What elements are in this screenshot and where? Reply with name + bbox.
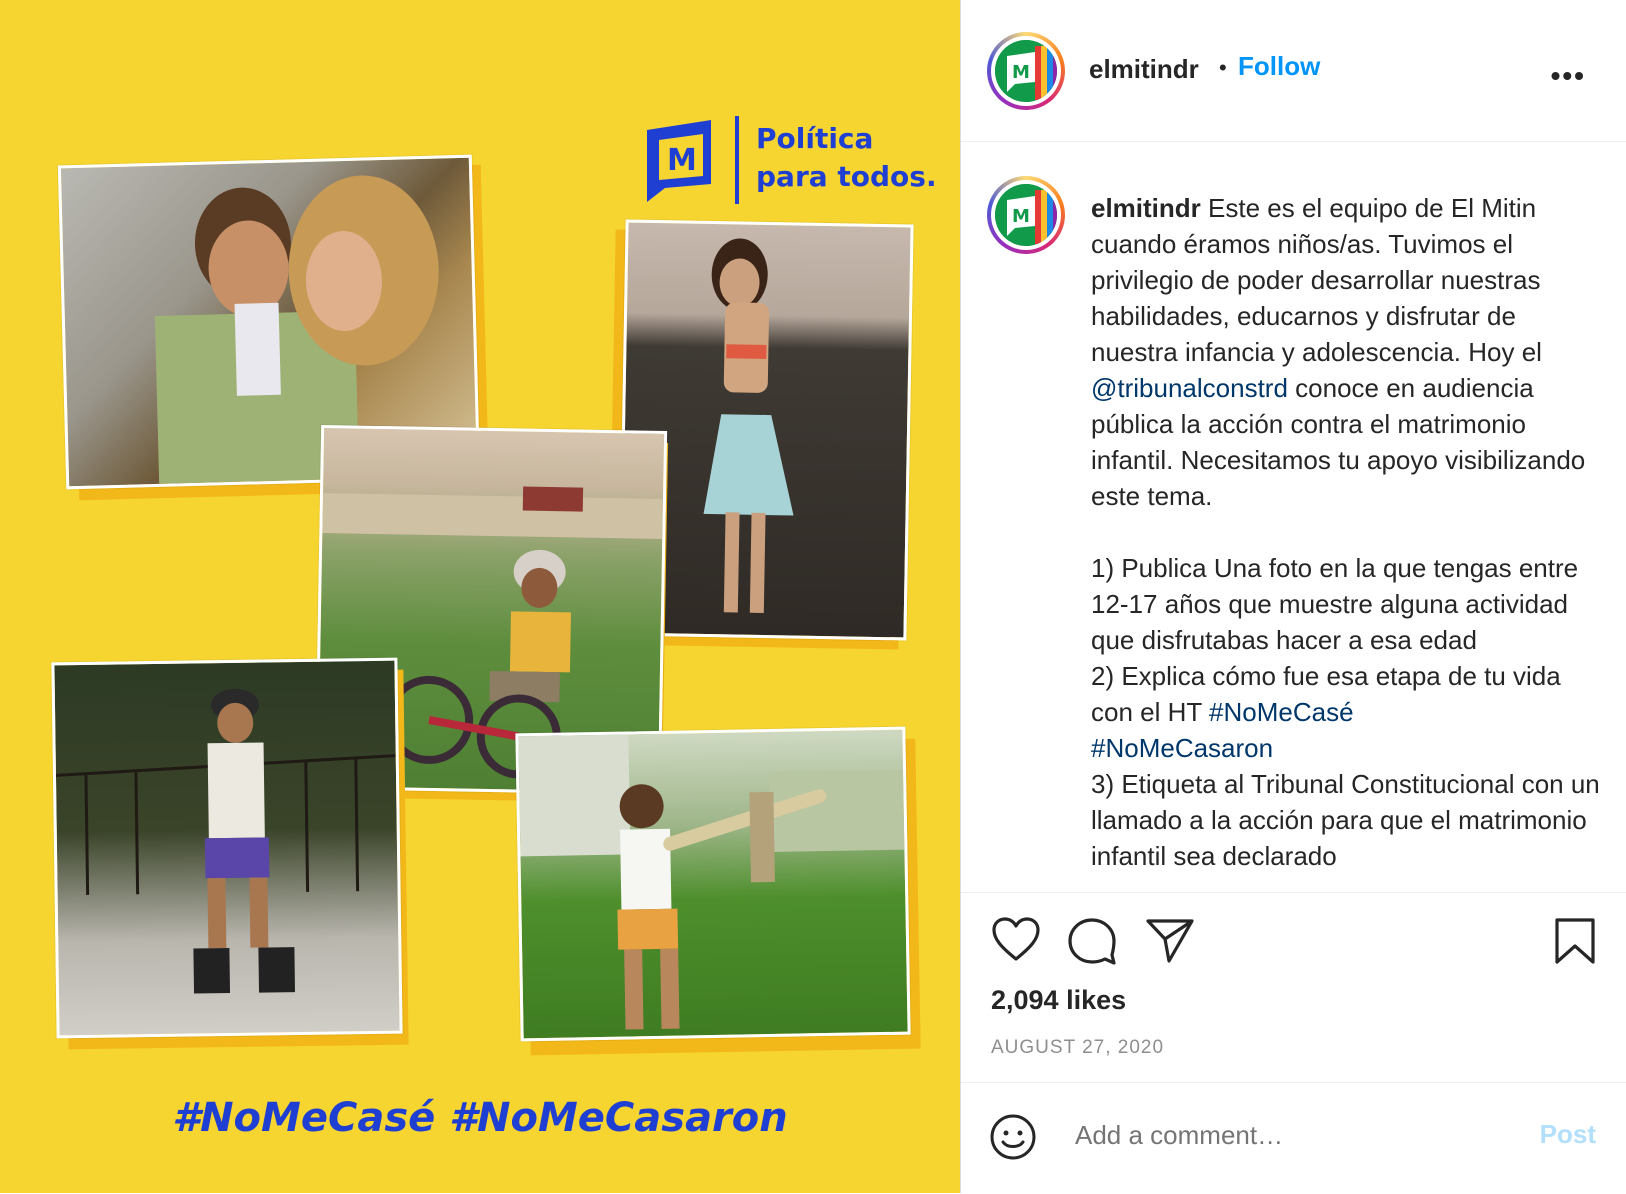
brand-line-1: Política xyxy=(756,122,874,155)
svg-text:M: M xyxy=(1012,206,1030,227)
instagram-post: M Política para todos. #NoMeCasé #NoMeCa… xyxy=(0,0,1626,1193)
svg-text:M: M xyxy=(1012,62,1030,83)
post-date: AUGUST 27, 2020 xyxy=(991,1037,1165,1058)
caption-body: 3) Etiqueta al Tribunal Constitucional c… xyxy=(1091,769,1600,871)
post-header: M elmitindr • Follow ••• xyxy=(961,0,1626,142)
bookmark-icon[interactable] xyxy=(1553,917,1597,965)
header-username[interactable]: elmitindr xyxy=(1089,54,1199,85)
photo-girl-with-bat xyxy=(515,726,911,1042)
svg-text:M: M xyxy=(667,143,697,178)
comment-input[interactable] xyxy=(1073,1119,1497,1152)
likes-count[interactable]: 2,094 likes xyxy=(991,985,1126,1016)
emoji-icon[interactable] xyxy=(989,1113,1037,1161)
caption-body: conoce en audiencia pública la acción co… xyxy=(1091,373,1586,727)
caption-text: elmitindr Este es el equipo de El Mitin … xyxy=(1091,190,1601,874)
brand-slogan: Política para todos. xyxy=(756,120,937,196)
brand-divider xyxy=(735,116,739,204)
post-comment-button[interactable]: Post xyxy=(1540,1119,1596,1150)
caption-scroll-area[interactable]: M elmitindr Este es el equipo de El Miti… xyxy=(961,142,1626,892)
caption-username[interactable]: elmitindr xyxy=(1091,193,1201,223)
el-mitin-avatar-icon: M xyxy=(995,184,1057,246)
comment-bar: Post xyxy=(961,1082,1626,1194)
photo-boy-rollerblading xyxy=(51,657,403,1039)
post-image[interactable]: M Política para todos. #NoMeCasé #NoMeCa… xyxy=(0,0,960,1193)
follow-button[interactable]: Follow xyxy=(1238,51,1320,82)
post-actions: 2,094 likes AUGUST 27, 2020 xyxy=(961,892,1626,1083)
image-hashtags: #NoMeCasé #NoMeCasaron xyxy=(172,1095,788,1141)
hashtag-link[interactable]: #NoMeCasaron xyxy=(1091,733,1273,763)
el-mitin-avatar-icon: M xyxy=(995,40,1057,102)
avatar[interactable]: M xyxy=(987,176,1065,254)
separator-dot: • xyxy=(1219,55,1227,80)
post-side-panel: M elmitindr • Follow ••• M elmitindr Est… xyxy=(960,0,1626,1193)
heart-icon[interactable] xyxy=(991,917,1041,963)
avatar[interactable]: M xyxy=(987,32,1065,110)
el-mitin-logo-icon: M xyxy=(647,120,711,202)
more-options-icon[interactable]: ••• xyxy=(1551,60,1586,92)
brand-line-2: para todos. xyxy=(756,160,937,193)
share-icon[interactable] xyxy=(1145,917,1195,963)
mention-link[interactable]: @tribunalconstrd xyxy=(1091,373,1288,403)
hashtag-link[interactable]: #NoMeCasé xyxy=(1209,697,1354,727)
comment-icon[interactable] xyxy=(1067,917,1117,965)
